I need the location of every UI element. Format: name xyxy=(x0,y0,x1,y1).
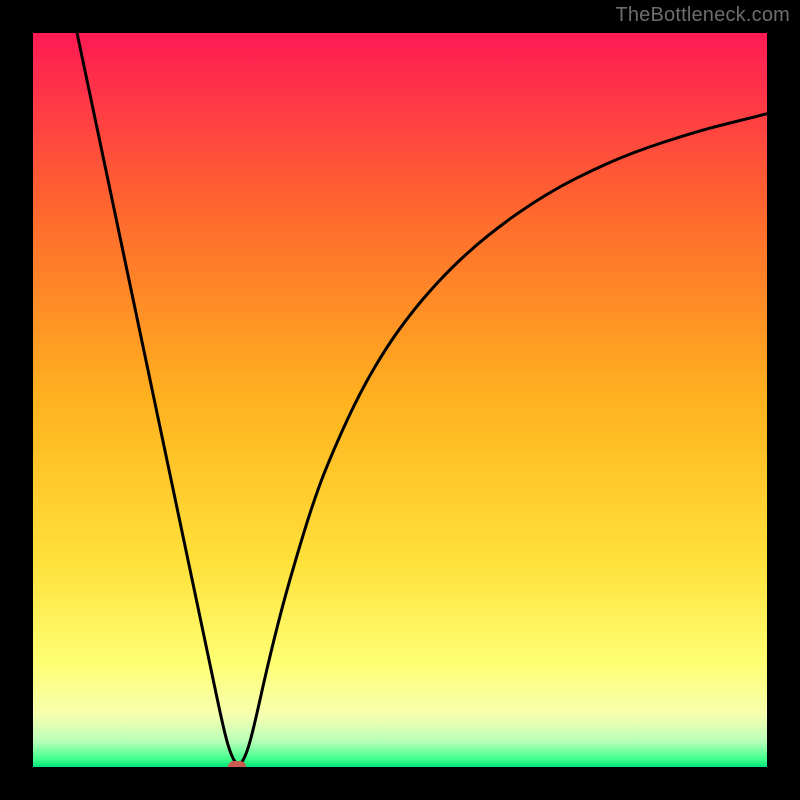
chart-frame: TheBottleneck.com xyxy=(0,0,800,800)
minimum-marker xyxy=(228,761,246,767)
chart-svg xyxy=(33,33,767,767)
watermark-text: TheBottleneck.com xyxy=(615,4,790,27)
plot-area xyxy=(33,33,767,767)
